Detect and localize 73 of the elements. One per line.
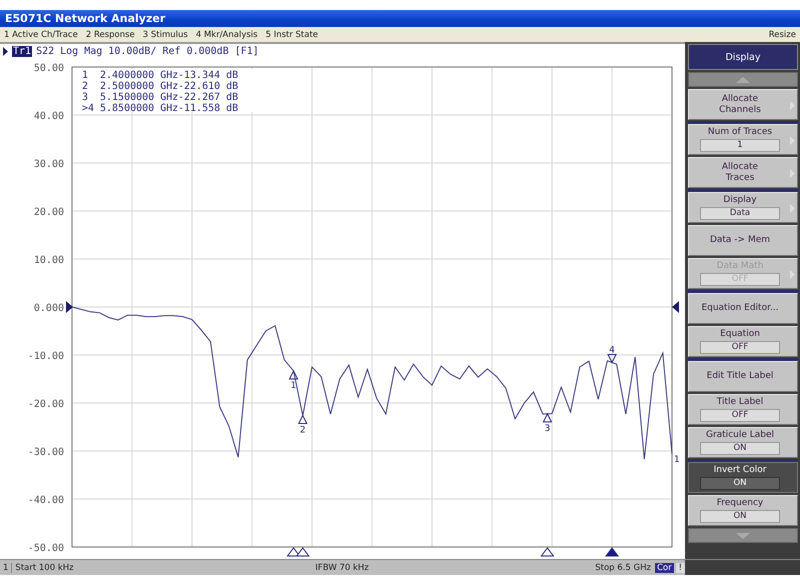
softkey-label: Frequency <box>716 498 764 509</box>
softkey-button[interactable]: Display Data <box>688 192 798 223</box>
softkey-label: Title Label <box>716 397 764 408</box>
annotation: 1 <box>290 381 296 392</box>
trace-tag[interactable]: Tr1 <box>12 46 32 56</box>
softkey-value: Data <box>700 207 780 220</box>
annotation: 3 <box>544 424 550 434</box>
annotation: 2 <box>300 426 306 436</box>
axis-label: -10.00 <box>28 351 64 362</box>
axis-label: -50.00 <box>28 543 64 554</box>
warning-indicator: ! <box>676 562 685 572</box>
marker-position-icon <box>286 547 301 556</box>
marker-readout: >4 5.8500000 GHz-11.558 dB <box>82 103 238 114</box>
softkey-button[interactable]: Equation OFF <box>688 326 798 357</box>
softkey-button[interactable]: Equation Editor... <box>688 293 798 324</box>
axis-label: 40.00 <box>34 111 64 122</box>
softkey-label: Invert Color <box>714 465 766 476</box>
softkey-title: Display <box>688 44 798 70</box>
correction-indicator: Cor <box>654 562 674 572</box>
resize-menu-item[interactable]: Resize <box>768 30 796 40</box>
menu-item[interactable]: 1 Active Ch/Trace <box>4 30 78 40</box>
marker-readout: 1 2.4000000 GHz-13.344 dB <box>82 70 238 81</box>
softkey-label: Num of Traces <box>708 127 772 138</box>
axis-label: 50.00 <box>34 63 64 74</box>
axis-label: -20.00 <box>28 399 64 410</box>
axis-label: 30.00 <box>34 159 64 170</box>
if-bandwidth: IFBW 70 kHz <box>315 562 370 572</box>
softkey-value: ON <box>700 510 780 523</box>
menu-item[interactable]: 3 Stimulus <box>142 30 188 40</box>
softkey-button[interactable]: Frequency ON <box>688 495 798 526</box>
softkey-button[interactable]: Invert Color ON <box>688 462 798 493</box>
softkey-value: ON <box>700 477 780 490</box>
stop-frequency: Stop 6.5 GHz <box>595 562 651 572</box>
softkey-value: 1 <box>700 139 780 152</box>
softkey-label: Equation <box>720 329 760 340</box>
softkey-button[interactable]: Data -> Mem <box>688 225 798 256</box>
axis-label: 0.000 <box>34 303 64 314</box>
marker-readout: 3 5.1500000 GHz-22.267 dB <box>82 92 238 103</box>
menu-item[interactable]: 4 Mkr/Analysis <box>196 30 258 40</box>
softkey-button[interactable]: Allocate Channels <box>688 89 798 120</box>
marker-position-icon <box>296 547 310 556</box>
marker-position-icon <box>540 547 554 556</box>
active-trace-icon <box>3 46 8 56</box>
menu-item[interactable]: 2 Response <box>86 30 135 40</box>
up-arrow-icon <box>736 76 750 82</box>
axis-label: -30.00 <box>28 447 64 458</box>
softkey-button[interactable]: Num of Traces 1 <box>688 124 798 155</box>
marker-position-icon <box>605 547 619 556</box>
scroll-down-button[interactable] <box>688 528 798 543</box>
annotation: 4 <box>609 345 616 356</box>
softkey-value: OFF <box>700 409 780 422</box>
softkey-button[interactable]: Title Label OFF <box>688 394 798 425</box>
axis-label: -40.00 <box>28 495 64 506</box>
softkey-button[interactable]: Allocate Traces <box>688 157 798 188</box>
axis-label: 10.00 <box>34 255 64 266</box>
softkey-value: OFF <box>700 341 780 354</box>
trace-label: 1 <box>674 454 680 465</box>
softkey-value: ON <box>700 442 780 455</box>
axis-label: 20.00 <box>34 207 64 218</box>
menu-item[interactable]: 5 Instr State <box>266 30 318 40</box>
marker-readout: 2 2.5000000 GHz-22.610 dB <box>82 81 238 92</box>
start-frequency: Start 100 kHz <box>14 562 75 572</box>
softkey-label: Graticule Label <box>706 430 774 441</box>
trace-settings: S22 Log Mag 10.00dB/ Ref 0.000dB [F1] <box>36 46 259 56</box>
window-title: E5071C Network Analyzer <box>0 10 800 28</box>
softkey-button[interactable]: Edit Title Label <box>688 361 798 392</box>
reference-arrow-icon <box>66 301 73 313</box>
channel-number: 1 <box>0 562 12 572</box>
scroll-up-button[interactable] <box>688 72 798 87</box>
reference-arrow-icon <box>672 301 679 313</box>
down-arrow-icon <box>736 532 750 538</box>
softkey-label: Display <box>723 195 757 206</box>
softkey-button[interactable]: Graticule Label ON <box>688 427 798 458</box>
